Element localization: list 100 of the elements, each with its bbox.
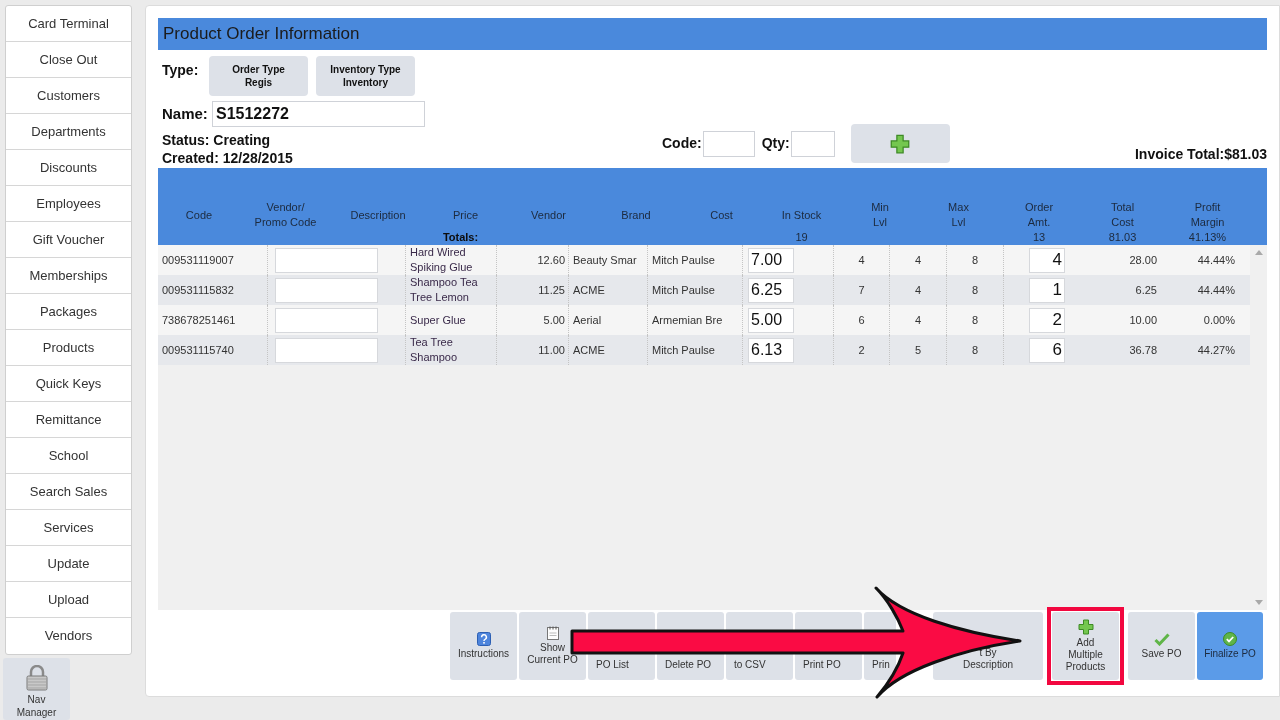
table-cell-text: Armemian Bre [652, 312, 723, 328]
table-cell: Super Glue [410, 312, 466, 328]
nav-manager-button[interactable]: Nav Manager [3, 658, 70, 720]
sidebar-item[interactable]: Quick Keys [6, 366, 131, 402]
sidebar-item[interactable]: Upload [6, 582, 131, 618]
type-button[interactable]: Order Type Regis [209, 56, 308, 96]
table-cell-text: Hard Wired Spiking Glue [410, 245, 474, 275]
table-cell-text: 28.00 [1129, 252, 1157, 268]
totals-value: 13 [1031, 231, 1047, 244]
order-amount-input[interactable]: 4 [1029, 247, 1065, 273]
table-cell-text: Tea Tree Shampoo [410, 335, 459, 365]
table-cell-text: 009531119007 [162, 252, 234, 268]
order-amount-input[interactable]: 6 [1029, 337, 1065, 363]
toolbar-button[interactable]: Add Multiple Products [1052, 612, 1119, 680]
promo-code-input[interactable] [275, 337, 378, 363]
sidebar-item[interactable]: Memberships [6, 258, 131, 294]
toolbar-button[interactable]: Show Current PO [519, 612, 586, 680]
table-cell-text: 8 [971, 312, 979, 328]
column-header: Min Lvl [870, 200, 890, 230]
code-input[interactable] [702, 130, 755, 157]
plus-icon [1077, 619, 1094, 635]
panel-title: Product Order Information [158, 18, 1267, 50]
cost-input[interactable]: 7.00 [748, 247, 794, 273]
sidebar-item[interactable]: Services [6, 510, 131, 546]
table-cell-text: Mitch Paulse [652, 342, 715, 358]
sidebar-item[interactable]: Search Sales [6, 474, 131, 510]
qty-input[interactable] [790, 130, 835, 157]
created-text: Created: 12/28/2015 [161, 149, 294, 167]
sidebar-item[interactable]: Departments [6, 114, 131, 150]
table-cell-text: 6 [858, 312, 865, 328]
table-cell-text: 7 [858, 282, 865, 298]
table-cell-text: 5.00 [543, 312, 565, 328]
table-cell-text: Shampoo Tea Tree Lemon [410, 275, 479, 305]
help-icon [476, 632, 491, 646]
totals-value: 81.03 [1107, 231, 1138, 244]
table-row[interactable]: 738678251461 Super Glue 5.00 Aerial Armemian Bre 5.00 6 4 8 2 10.00 0.00% [158, 305, 1250, 335]
table-cell-text: 4 [914, 282, 922, 298]
table-cell-text: 12.60 [537, 252, 565, 268]
sidebar-item[interactable]: Update [6, 546, 131, 582]
table-row[interactable]: 009531115740 Tea Tree Shampoo 11.00 ACME Mitch Paulse 6.13 2 5 8 6 36.78 44.27% [158, 335, 1250, 365]
totals-value: 41.13% [1187, 231, 1228, 244]
sidebar-item[interactable]: Close Out [6, 42, 131, 78]
table-cell-text: 44.27% [1197, 342, 1235, 358]
promo-code-input[interactable] [275, 307, 378, 333]
sidebar-item[interactable]: Remittance [6, 402, 131, 438]
promo-code-input[interactable] [275, 247, 378, 273]
sidebar-item[interactable]: Customers [6, 78, 131, 114]
table-cell-text: 44.44% [1197, 282, 1235, 298]
table-cell-text: 11.00 [538, 342, 565, 358]
sidebar-item[interactable]: Vendors [6, 618, 131, 654]
column-header: Profit Margin [1189, 200, 1226, 230]
table-cell-text: 009531115740 [162, 342, 234, 358]
table-cell-text: 4 [914, 312, 922, 328]
check-icon [1153, 632, 1170, 646]
promo-code-input[interactable] [275, 277, 378, 303]
table-cell-text: 4 [858, 252, 865, 268]
totals-label: Totals: [441, 231, 480, 244]
table-row[interactable]: 009531119007 Hard Wired Spiking Glue 12.60 Beauty Smar Mitch Paulse 7.00 4 4 8 4 28.00 44.44% [158, 245, 1250, 275]
table-row[interactable]: 009531115832 Shampoo Tea Tree Lemon 11.25 ACME Mitch Paulse 6.25 7 4 8 1 6.25 44.44% [158, 275, 1250, 305]
cost-input[interactable]: 6.13 [748, 337, 794, 363]
sidebar-item[interactable]: Products [6, 330, 131, 366]
table-cell-text: 8 [971, 342, 979, 358]
toolbar-button[interactable]: Finalize PO [1197, 612, 1263, 680]
table-cell-text: ACME [573, 282, 605, 298]
table-cell-text: Mitch Paulse [652, 282, 715, 298]
table-cell-text: 5 [914, 342, 922, 358]
name-input[interactable]: S1512272 [212, 101, 425, 127]
sidebar-item[interactable]: School [6, 438, 131, 474]
type-button[interactable]: Inventory Type Inventory [316, 56, 415, 96]
invoice-total: Invoice Total:$81.03 [1134, 145, 1267, 164]
column-header: Order Amt. [1023, 200, 1055, 230]
column-header: Description [349, 207, 407, 223]
toolbar-button[interactable]: Save PO [1128, 612, 1195, 680]
order-amount-input[interactable]: 2 [1029, 307, 1065, 333]
cost-input[interactable]: 6.25 [748, 277, 794, 303]
column-header: Price [451, 207, 480, 223]
table-cell-text: 10.00 [1129, 312, 1157, 328]
column-header: Vendor [530, 207, 567, 223]
check-circle-icon [1223, 632, 1237, 646]
table-cell-text: 0.00% [1203, 312, 1235, 328]
table-cell-text: Aerial [573, 312, 602, 328]
totals-value: 19 [794, 231, 809, 244]
sidebar-item[interactable]: Employees [6, 186, 131, 222]
name-label: Name: [161, 103, 209, 124]
order-amount-input[interactable]: 1 [1029, 277, 1065, 303]
table-cell-text: 6.25 [1135, 282, 1157, 298]
sidebar-item[interactable]: Packages [6, 294, 131, 330]
scroll-down-icon[interactable] [1254, 600, 1263, 605]
table-cell-text: 8 [971, 282, 979, 298]
sidebar-item[interactable]: Discounts [6, 150, 131, 186]
plus-icon [890, 133, 911, 154]
sidebar-item[interactable]: Gift Voucher [6, 222, 131, 258]
toolbar-button[interactable]: Instructions [450, 612, 517, 680]
sidebar-item[interactable]: Card Terminal [6, 6, 131, 42]
column-header: Total Cost [1109, 200, 1136, 230]
column-header: In Stock [780, 207, 823, 223]
cost-input[interactable]: 5.00 [748, 307, 794, 333]
add-product-button[interactable] [850, 124, 950, 163]
scroll-up-icon[interactable] [1254, 250, 1263, 255]
table-cell-text: 8 [971, 252, 979, 268]
